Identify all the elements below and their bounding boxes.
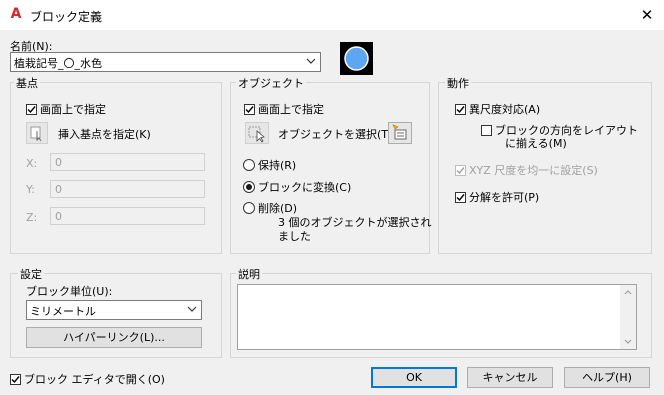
match-orientation-label-line1: ブロックの方向をレイアウト <box>495 124 638 137</box>
cancel-button[interactable]: キャンセル <box>467 367 553 388</box>
behavior-title: 動作 <box>445 75 471 91</box>
selection-status-line2: ました <box>278 230 311 243</box>
check-icon <box>456 105 465 113</box>
delete-option[interactable]: 削除(D) <box>243 200 297 216</box>
pick-point-label: 挿入基点を指定(K) <box>58 128 151 141</box>
block-name-combo[interactable]: 植栽記号_〇_水色 <box>10 52 321 72</box>
select-objects-icon <box>248 126 265 143</box>
objects-specify-on-screen[interactable]: 画面上で指定 <box>244 101 324 117</box>
unit-label: ブロック単位(U): <box>26 285 113 298</box>
uniform-scale-label: XYZ 尺度を均一に設定(S) <box>469 164 598 177</box>
base-specify-label: 画面上で指定 <box>40 103 106 116</box>
x-label: X: <box>26 157 38 170</box>
base-specify-checkbox[interactable] <box>26 103 37 115</box>
block-name-value: 植栽記号_〇_水色 <box>14 57 102 70</box>
convert-option[interactable]: ブロックに変換(C) <box>243 179 351 195</box>
pick-point-button[interactable] <box>26 122 48 144</box>
scroll-up-icon[interactable] <box>624 289 632 295</box>
quick-select-icon <box>392 124 407 140</box>
check-icon <box>11 375 20 383</box>
allow-explode-option[interactable]: 分解を許可(P) <box>455 189 539 205</box>
window-title: ブロック定義 <box>30 10 103 24</box>
close-icon[interactable]: ✕ <box>636 4 658 26</box>
retain-radio[interactable] <box>243 159 255 171</box>
autocad-a-icon: A <box>10 6 22 22</box>
allow-explode-label: 分解を許可(P) <box>469 191 540 204</box>
check-icon <box>456 193 465 201</box>
y-label: Y: <box>26 183 35 196</box>
match-orientation-label: ブロックの方向をレイアウト に揃える(M) <box>495 124 638 150</box>
delete-radio[interactable] <box>243 202 255 214</box>
unit-value: ミリメートル <box>30 305 96 318</box>
z-field[interactable]: 0 <box>50 207 205 225</box>
settings-title: 設定 <box>18 266 44 282</box>
description-title: 説明 <box>236 266 262 282</box>
description-scrollbar[interactable] <box>620 285 636 349</box>
help-button[interactable]: ヘルプ(H) <box>564 367 650 388</box>
z-value: 0 <box>55 210 62 223</box>
open-in-editor-label: ブロック エディタで開く(O) <box>24 373 165 386</box>
ok-button[interactable]: OK <box>371 367 457 388</box>
objects-specify-label: 画面上で指定 <box>258 103 324 116</box>
scroll-down-icon[interactable] <box>624 339 632 345</box>
match-orientation-checkbox[interactable] <box>481 125 492 136</box>
retain-option[interactable]: 保持(R) <box>243 157 296 173</box>
pick-point-icon <box>30 126 42 142</box>
uniform-scale-option[interactable]: XYZ 尺度を均一に設定(S) <box>455 162 598 178</box>
retain-label: 保持(R) <box>258 159 297 172</box>
annotative-label: 異尺度対応(A) <box>469 103 541 116</box>
chevron-down-icon <box>306 58 316 64</box>
delete-label: 削除(D) <box>258 202 298 215</box>
x-field[interactable]: 0 <box>50 153 205 171</box>
convert-radio[interactable] <box>243 181 255 193</box>
circle-preview-icon <box>344 46 369 71</box>
y-value: 0 <box>55 183 62 196</box>
radio-selected-dot <box>246 184 252 190</box>
quick-select-button[interactable] <box>388 122 412 144</box>
match-orientation-label-line2: に揃える(M) <box>505 137 567 150</box>
open-in-editor-checkbox[interactable] <box>10 373 21 385</box>
selection-status: 3 個のオブジェクトが選択され ました <box>278 216 432 244</box>
objects-specify-checkbox[interactable] <box>244 103 255 115</box>
chevron-down-icon <box>187 306 197 312</box>
allow-explode-checkbox[interactable] <box>455 191 466 203</box>
y-field[interactable]: 0 <box>50 180 205 198</box>
block-preview <box>340 42 373 75</box>
base-specify-on-screen[interactable]: 画面上で指定 <box>26 101 106 117</box>
convert-label: ブロックに変換(C) <box>258 181 352 194</box>
base-point-title: 基点 <box>14 75 40 91</box>
select-objects-button[interactable] <box>245 122 269 144</box>
match-orientation-option[interactable]: ブロックの方向をレイアウト に揃える(M) <box>481 124 638 150</box>
x-value: 0 <box>55 156 62 169</box>
objects-title: オブジェクト <box>236 75 306 91</box>
check-icon <box>27 105 36 113</box>
description-textarea[interactable] <box>237 284 637 350</box>
selection-status-line1: 3 個のオブジェクトが選択され <box>278 216 432 229</box>
annotative-option[interactable]: 異尺度対応(A) <box>455 101 540 117</box>
unit-combo[interactable]: ミリメートル <box>26 300 202 320</box>
select-objects-label: オブジェクトを選択(T) <box>278 128 393 141</box>
annotative-checkbox[interactable] <box>455 103 466 115</box>
z-label: Z: <box>26 211 38 224</box>
uniform-scale-checkbox[interactable] <box>455 164 466 176</box>
check-icon <box>456 166 465 174</box>
check-icon <box>245 105 254 113</box>
open-in-editor-option[interactable]: ブロック エディタで開く(O) <box>10 371 165 387</box>
hyperlink-button[interactable]: ハイパーリンク(L)... <box>26 327 202 348</box>
